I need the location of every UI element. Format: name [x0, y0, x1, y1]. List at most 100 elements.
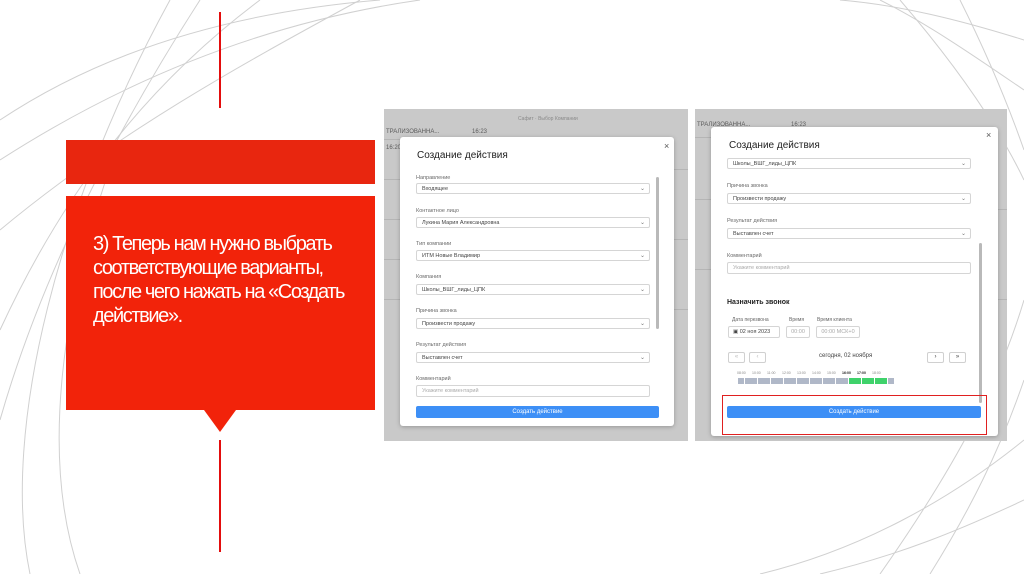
timeline-label: 18:00 [872, 371, 881, 375]
call-reason-select[interactable]: Произвести продажу ⌄ [727, 193, 971, 204]
time-slot[interactable] [868, 378, 874, 384]
time-slot[interactable] [777, 378, 783, 384]
time-slot[interactable] [770, 378, 777, 384]
date-field[interactable]: ▣ 02 ноя 2023 [728, 326, 780, 338]
field-value: Лукина Мария Александровна [422, 220, 500, 226]
create-action-modal: Создание действия × Направление Входящее… [400, 137, 674, 426]
chevron-down-icon: ⌄ [960, 161, 966, 167]
field-label: Контактное лицо [416, 208, 459, 214]
time-slot[interactable] [835, 378, 842, 384]
time-slot[interactable] [829, 378, 835, 384]
chevron-down-icon: ⌄ [639, 253, 645, 259]
company-type-select[interactable]: ИТМ Новые Владимир ⌄ [416, 250, 650, 261]
bg-line [695, 199, 711, 200]
chevron-down-icon: ⌄ [639, 220, 645, 226]
company-select[interactable]: Школы_ВШГ_лиды_ЦПК ⌄ [416, 284, 650, 295]
calendar-icon: ▣ [733, 329, 740, 335]
time-slot[interactable] [751, 378, 757, 384]
time-slot[interactable] [809, 378, 816, 384]
day-label: сегодня, 02 ноября [819, 353, 873, 359]
date-value: 02 ноя 2023 [739, 329, 771, 335]
field-value: Выставлен счет [733, 231, 774, 237]
field-label: Причина звонка [416, 308, 457, 314]
time-slot[interactable] [738, 378, 744, 384]
highlight-frame [722, 395, 987, 435]
prev-day-button[interactable]: ‹ [749, 352, 766, 363]
bg-line [674, 239, 688, 240]
timeline-label: 16:00 [842, 371, 851, 375]
timeline-label: 12:00 [782, 371, 791, 375]
time-slot[interactable] [764, 378, 770, 384]
time-slot[interactable] [796, 378, 803, 384]
bg-line [384, 219, 400, 220]
time-slot[interactable] [816, 378, 822, 384]
timeline-label: 11:00 [767, 371, 776, 375]
client-time-label: Время клиента [817, 317, 852, 323]
comment-input[interactable]: Укажите комментарий [416, 385, 650, 397]
create-action-button[interactable]: Создать действие [416, 406, 659, 418]
right-screenshot: ТРАЛИЗОВАННА... 16:23 Создание действия … [695, 109, 1007, 441]
time-slot[interactable] [848, 378, 855, 384]
action-result-select[interactable]: Выставлен счет ⌄ [727, 228, 971, 239]
timeline-label: 15:00 [827, 371, 836, 375]
time-slot[interactable] [790, 378, 796, 384]
chevron-down-icon: ⌄ [639, 355, 645, 361]
company-select[interactable]: Школы_ВШГ_лиды_ЦПК ⌄ [727, 158, 971, 169]
contact-select[interactable]: Лукина Мария Александровна ⌄ [416, 217, 650, 228]
direction-select[interactable]: Входящее ⌄ [416, 183, 650, 194]
close-icon[interactable]: × [664, 141, 669, 151]
bg-line [674, 309, 688, 310]
bg-text: 16:20 [386, 145, 402, 151]
modal-scrollbar[interactable] [979, 243, 982, 403]
comment-label: Комментарий [416, 376, 451, 382]
action-result-select[interactable]: Выставлен счет ⌄ [416, 352, 650, 363]
time-slot[interactable] [874, 378, 881, 384]
time-slot[interactable] [757, 378, 764, 384]
field-value: Школы_ВШГ_лиды_ЦПК [733, 161, 797, 167]
field-label: Направление [416, 175, 451, 181]
time-slot[interactable] [855, 378, 861, 384]
chevron-down-icon: ⌄ [960, 231, 966, 237]
red-header-bar [66, 140, 375, 184]
time-slot[interactable] [887, 378, 894, 384]
time-slot[interactable] [744, 378, 751, 384]
chevron-down-icon: ⌄ [639, 287, 645, 293]
timeline-label: 13:00 [797, 371, 806, 375]
field-value: Выставлен счет [422, 355, 463, 361]
call-reason-select[interactable]: Произвести продажу ⌄ [416, 318, 650, 329]
date-label: Дата перезвона [732, 317, 769, 323]
timeline-label: 08:00 [737, 371, 746, 375]
left-screenshot: ТРАЛИЗОВАННА... 16:23 Сафит · Выбор Комп… [384, 109, 688, 441]
time-slot[interactable] [842, 378, 848, 384]
comment-label: Комментарий [727, 253, 762, 259]
time-slot[interactable] [861, 378, 868, 384]
bg-line [384, 179, 400, 180]
time-slot[interactable] [822, 378, 829, 384]
field-label: Результат действия [416, 342, 467, 348]
client-time-field[interactable]: 00:00 МСК+0 [816, 326, 860, 338]
field-label: Тип компании [416, 241, 452, 247]
instruction-text: 3) Теперь нам нужно выбрать соответствую… [93, 233, 345, 327]
modal-scrollbar[interactable] [656, 177, 659, 329]
field-value: Школы_ВШГ_лиды_ЦПК [422, 287, 486, 293]
modal-title: Создание действия [417, 150, 508, 161]
field-value: ИТМ Новые Владимир [422, 253, 481, 259]
close-icon[interactable]: × [986, 130, 991, 140]
schedule-call-heading: Назначить звонок [727, 299, 790, 306]
chevron-down-icon: ⌄ [639, 186, 645, 192]
field-value: Произвести продажу [733, 196, 787, 202]
bg-line [384, 259, 400, 260]
last-day-button[interactable]: » [949, 352, 966, 363]
bg-text: Сафит · Выбор Компании [518, 116, 578, 122]
time-field[interactable]: 00:00 [786, 326, 810, 338]
chevron-down-icon: ⌄ [960, 196, 966, 202]
bg-line [674, 169, 688, 170]
time-slot[interactable] [783, 378, 790, 384]
time-slot[interactable] [803, 378, 809, 384]
comment-input[interactable]: Укажите комментарий [727, 262, 971, 274]
next-day-button[interactable]: › [927, 352, 944, 363]
timeline-label: 10:00 [752, 371, 761, 375]
first-day-button[interactable]: « [728, 352, 745, 363]
time-slot[interactable] [881, 378, 887, 384]
modal-title: Создание действия [729, 140, 820, 151]
